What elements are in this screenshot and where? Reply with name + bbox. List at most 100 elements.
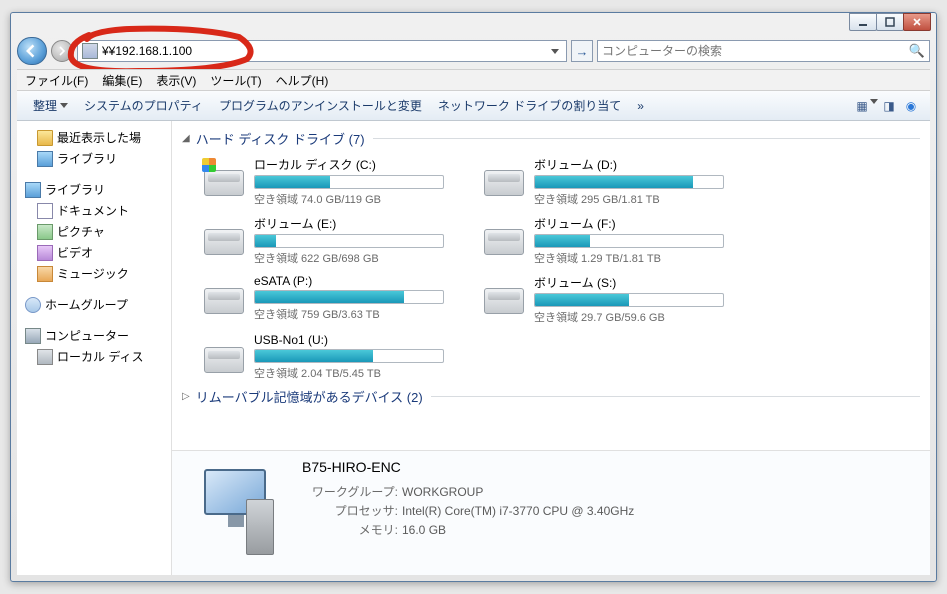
menu-view[interactable]: 表示(V) (156, 72, 196, 89)
sidebar-item-libraries-group[interactable]: ライブラリ (19, 179, 169, 200)
menu-bar: ファイル(F) 編集(E) 表示(V) ツール(T) ヘルプ(H) (17, 69, 930, 91)
usage-bar (254, 175, 444, 189)
nav-bar: → 🔍 (17, 37, 930, 65)
drive-name: ボリューム (D:) (534, 156, 732, 173)
drive-item[interactable]: ボリューム (F:) 空き領域 1.29 TB/1.81 TB (482, 215, 732, 266)
music-icon (37, 266, 53, 282)
drive-free: 空き領域 74.0 GB/119 GB (254, 191, 452, 207)
minimize-button[interactable] (849, 13, 877, 31)
command-bar: 整理 システムのプロパティ プログラムのアンインストールと変更 ネットワーク ド… (17, 91, 930, 121)
drive-name: eSATA (P:) (254, 274, 452, 288)
go-button[interactable]: → (571, 40, 593, 62)
usage-bar (254, 290, 444, 304)
hdd-icon (482, 274, 526, 318)
sidebar-item-documents[interactable]: ドキュメント (19, 200, 169, 221)
section-title: リムーバブル記憶域があるデバイス (2) (196, 387, 423, 406)
details-cpu: Intel(R) Core(TM) i7-3770 CPU @ 3.40GHz (402, 504, 634, 518)
sidebar-item-pictures[interactable]: ピクチャ (19, 221, 169, 242)
address-input[interactable] (102, 44, 548, 58)
search-box[interactable]: 🔍 (597, 40, 930, 62)
address-bar[interactable] (77, 40, 567, 62)
system-properties-button[interactable]: システムのプロパティ (76, 94, 211, 117)
sidebar-item-computer[interactable]: コンピューター (19, 325, 169, 346)
sidebar-item-localdisk[interactable]: ローカル ディス (19, 346, 169, 367)
hdd-icon (202, 156, 246, 200)
drive-item[interactable]: USB-No1 (U:) 空き領域 2.04 TB/5.45 TB (202, 333, 452, 381)
section-removable[interactable]: ▷ リムーバブル記憶域があるデバイス (2) (182, 387, 920, 406)
folder-icon (37, 130, 53, 146)
menu-edit[interactable]: 編集(E) (102, 72, 142, 89)
homegroup-icon (25, 297, 41, 313)
usage-bar (254, 349, 444, 363)
caption-buttons (850, 13, 931, 31)
sidebar-item-recent[interactable]: 最近表示した場 (19, 127, 169, 148)
drive-item[interactable]: ローカル ディスク (C:) 空き領域 74.0 GB/119 GB (202, 156, 452, 207)
computer-thumbnail (186, 459, 296, 559)
drive-grid: ローカル ディスク (C:) 空き領域 74.0 GB/119 GB ボリューム… (182, 156, 920, 381)
navigation-pane: 最近表示した場 ライブラリ ライブラリ ドキュメント ピクチャ ビデオ ミュージ… (17, 121, 172, 575)
usage-bar (534, 234, 724, 248)
drive-item[interactable]: ボリューム (E:) 空き領域 622 GB/698 GB (202, 215, 452, 266)
sidebar-item-videos[interactable]: ビデオ (19, 242, 169, 263)
library-icon (25, 182, 41, 198)
drive-item[interactable]: eSATA (P:) 空き領域 759 GB/3.63 TB (202, 274, 452, 325)
search-icon: 🔍 (909, 43, 925, 59)
drive-icon (37, 349, 53, 365)
map-drive-button[interactable]: ネットワーク ドライブの割り当て (430, 94, 629, 117)
drive-item[interactable]: ボリューム (D:) 空き領域 295 GB/1.81 TB (482, 156, 732, 207)
content-pane: ◢ ハード ディスク ドライブ (7) ローカル ディスク (C:) 空き領域 … (172, 121, 930, 575)
drive-name: ボリューム (E:) (254, 215, 452, 232)
usage-bar (534, 175, 724, 189)
menu-tools[interactable]: ツール(T) (210, 72, 261, 89)
hdd-icon (202, 215, 246, 259)
back-button[interactable] (17, 37, 47, 65)
drive-free: 空き領域 759 GB/3.63 TB (254, 306, 452, 322)
usage-bar (254, 234, 444, 248)
details-memory: 16.0 GB (402, 523, 446, 537)
sidebar-item-libraries[interactable]: ライブラリ (19, 148, 169, 169)
drive-free: 空き領域 2.04 TB/5.45 TB (254, 365, 452, 381)
toolbar-overflow[interactable]: » (629, 96, 652, 116)
forward-button[interactable] (51, 40, 73, 62)
drive-free: 空き領域 295 GB/1.81 TB (534, 191, 732, 207)
close-button[interactable] (903, 13, 931, 31)
section-hdd[interactable]: ◢ ハード ディスク ドライブ (7) (182, 129, 920, 148)
search-input[interactable] (602, 44, 909, 58)
hdd-icon (202, 333, 246, 377)
hdd-icon (482, 215, 526, 259)
drive-free: 空き領域 1.29 TB/1.81 TB (534, 250, 732, 266)
preview-pane-button[interactable]: ◨ (878, 99, 900, 113)
sidebar-item-music[interactable]: ミュージック (19, 263, 169, 284)
expand-icon: ▷ (182, 391, 190, 402)
drive-name: ボリューム (S:) (534, 274, 732, 291)
view-options-button[interactable]: ▦ (856, 99, 878, 113)
computer-icon (25, 328, 41, 344)
drive-item[interactable]: ボリューム (S:) 空き領域 29.7 GB/59.6 GB (482, 274, 732, 325)
video-icon (37, 245, 53, 261)
uninstall-button[interactable]: プログラムのアンインストールと変更 (211, 94, 430, 117)
picture-icon (37, 224, 53, 240)
library-icon (37, 151, 53, 167)
drive-name: ローカル ディスク (C:) (254, 156, 452, 173)
drive-free: 空き領域 622 GB/698 GB (254, 250, 452, 266)
explorer-window: → 🔍 ファイル(F) 編集(E) 表示(V) ツール(T) ヘルプ(H) 整理… (10, 12, 937, 582)
usage-bar (534, 293, 724, 307)
menu-file[interactable]: ファイル(F) (25, 72, 88, 89)
drive-name: ボリューム (F:) (534, 215, 732, 232)
hdd-icon (482, 156, 526, 200)
section-title: ハード ディスク ドライブ (7) (196, 129, 365, 148)
maximize-button[interactable] (876, 13, 904, 31)
body: 最近表示した場 ライブラリ ライブラリ ドキュメント ピクチャ ビデオ ミュージ… (17, 121, 930, 575)
details-pane: B75-HIRO-ENC ワークグループ:WORKGROUP プロセッサ:Int… (172, 450, 930, 575)
help-button[interactable]: ◉ (900, 99, 922, 113)
details-name: B75-HIRO-ENC (302, 459, 634, 475)
organize-button[interactable]: 整理 (25, 94, 76, 117)
collapse-icon: ◢ (182, 133, 190, 144)
computer-icon (82, 43, 98, 59)
document-icon (37, 203, 53, 219)
address-dropdown[interactable] (548, 49, 562, 54)
hdd-icon (202, 274, 246, 318)
menu-help[interactable]: ヘルプ(H) (276, 72, 329, 89)
sidebar-item-homegroup[interactable]: ホームグループ (19, 294, 169, 315)
drive-free: 空き領域 29.7 GB/59.6 GB (534, 309, 732, 325)
